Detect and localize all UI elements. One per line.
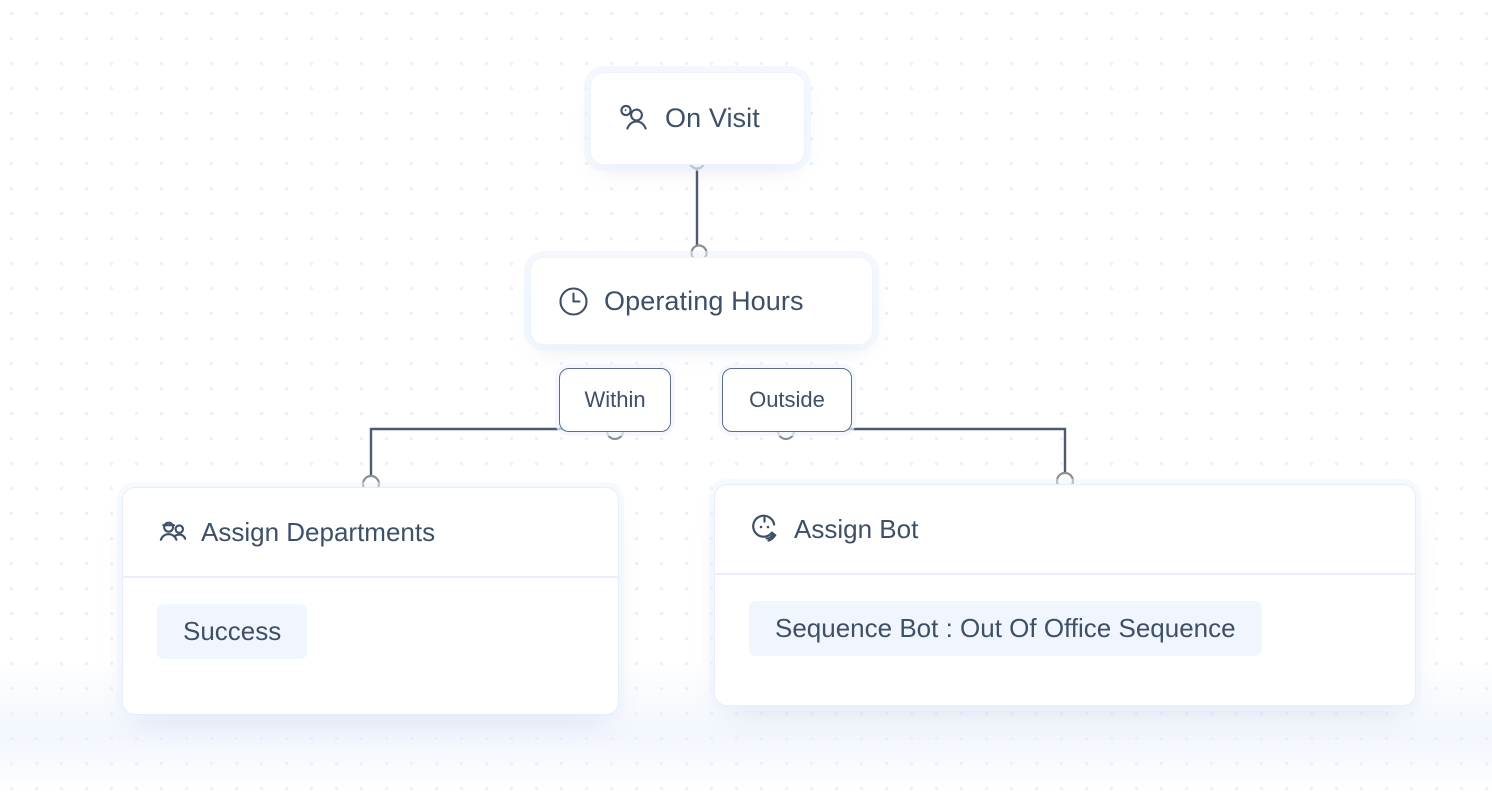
branch-label-outside[interactable]: Outside (722, 368, 852, 432)
visitor-person-icon (617, 102, 651, 136)
node-operating-hours-title: Operating Hours (604, 285, 804, 316)
branch-label-outside-text: Outside (749, 387, 825, 412)
node-on-visit[interactable]: On Visit (590, 72, 805, 165)
node-on-visit-title: On Visit (665, 103, 760, 133)
branch-label-within[interactable]: Within (559, 368, 671, 432)
assign-departments-header: Assign Departments (123, 488, 618, 576)
bot-forward-icon (749, 513, 781, 545)
node-assign-bot-title: Assign Bot (794, 513, 919, 544)
assign-departments-item-success[interactable]: Success (157, 604, 308, 659)
node-assign-departments[interactable]: Assign Departments Success (122, 487, 619, 715)
node-operating-hours[interactable]: Operating Hours (530, 257, 873, 345)
node-assign-bot[interactable]: Assign Bot Sequence Bot : Out Of Office … (714, 484, 1416, 706)
node-assign-departments-title: Assign Departments (201, 516, 436, 547)
edge-within-to-assign-departments (369, 427, 617, 484)
users-group-icon (157, 517, 188, 548)
branch-label-within-text: Within (584, 387, 646, 412)
edge-outside-to-assign-bot (784, 427, 1067, 481)
assign-departments-body: Success (123, 578, 618, 714)
flow-canvas[interactable]: On Visit Operating Hours Within Outside (0, 0, 1492, 792)
assign-bot-body: Sequence Bot : Out Of Office Sequence (715, 575, 1415, 705)
clock-icon (557, 285, 590, 318)
assign-bot-header: Assign Bot (715, 485, 1415, 573)
assign-bot-item-sequence-bot[interactable]: Sequence Bot : Out Of Office Sequence (749, 601, 1262, 656)
